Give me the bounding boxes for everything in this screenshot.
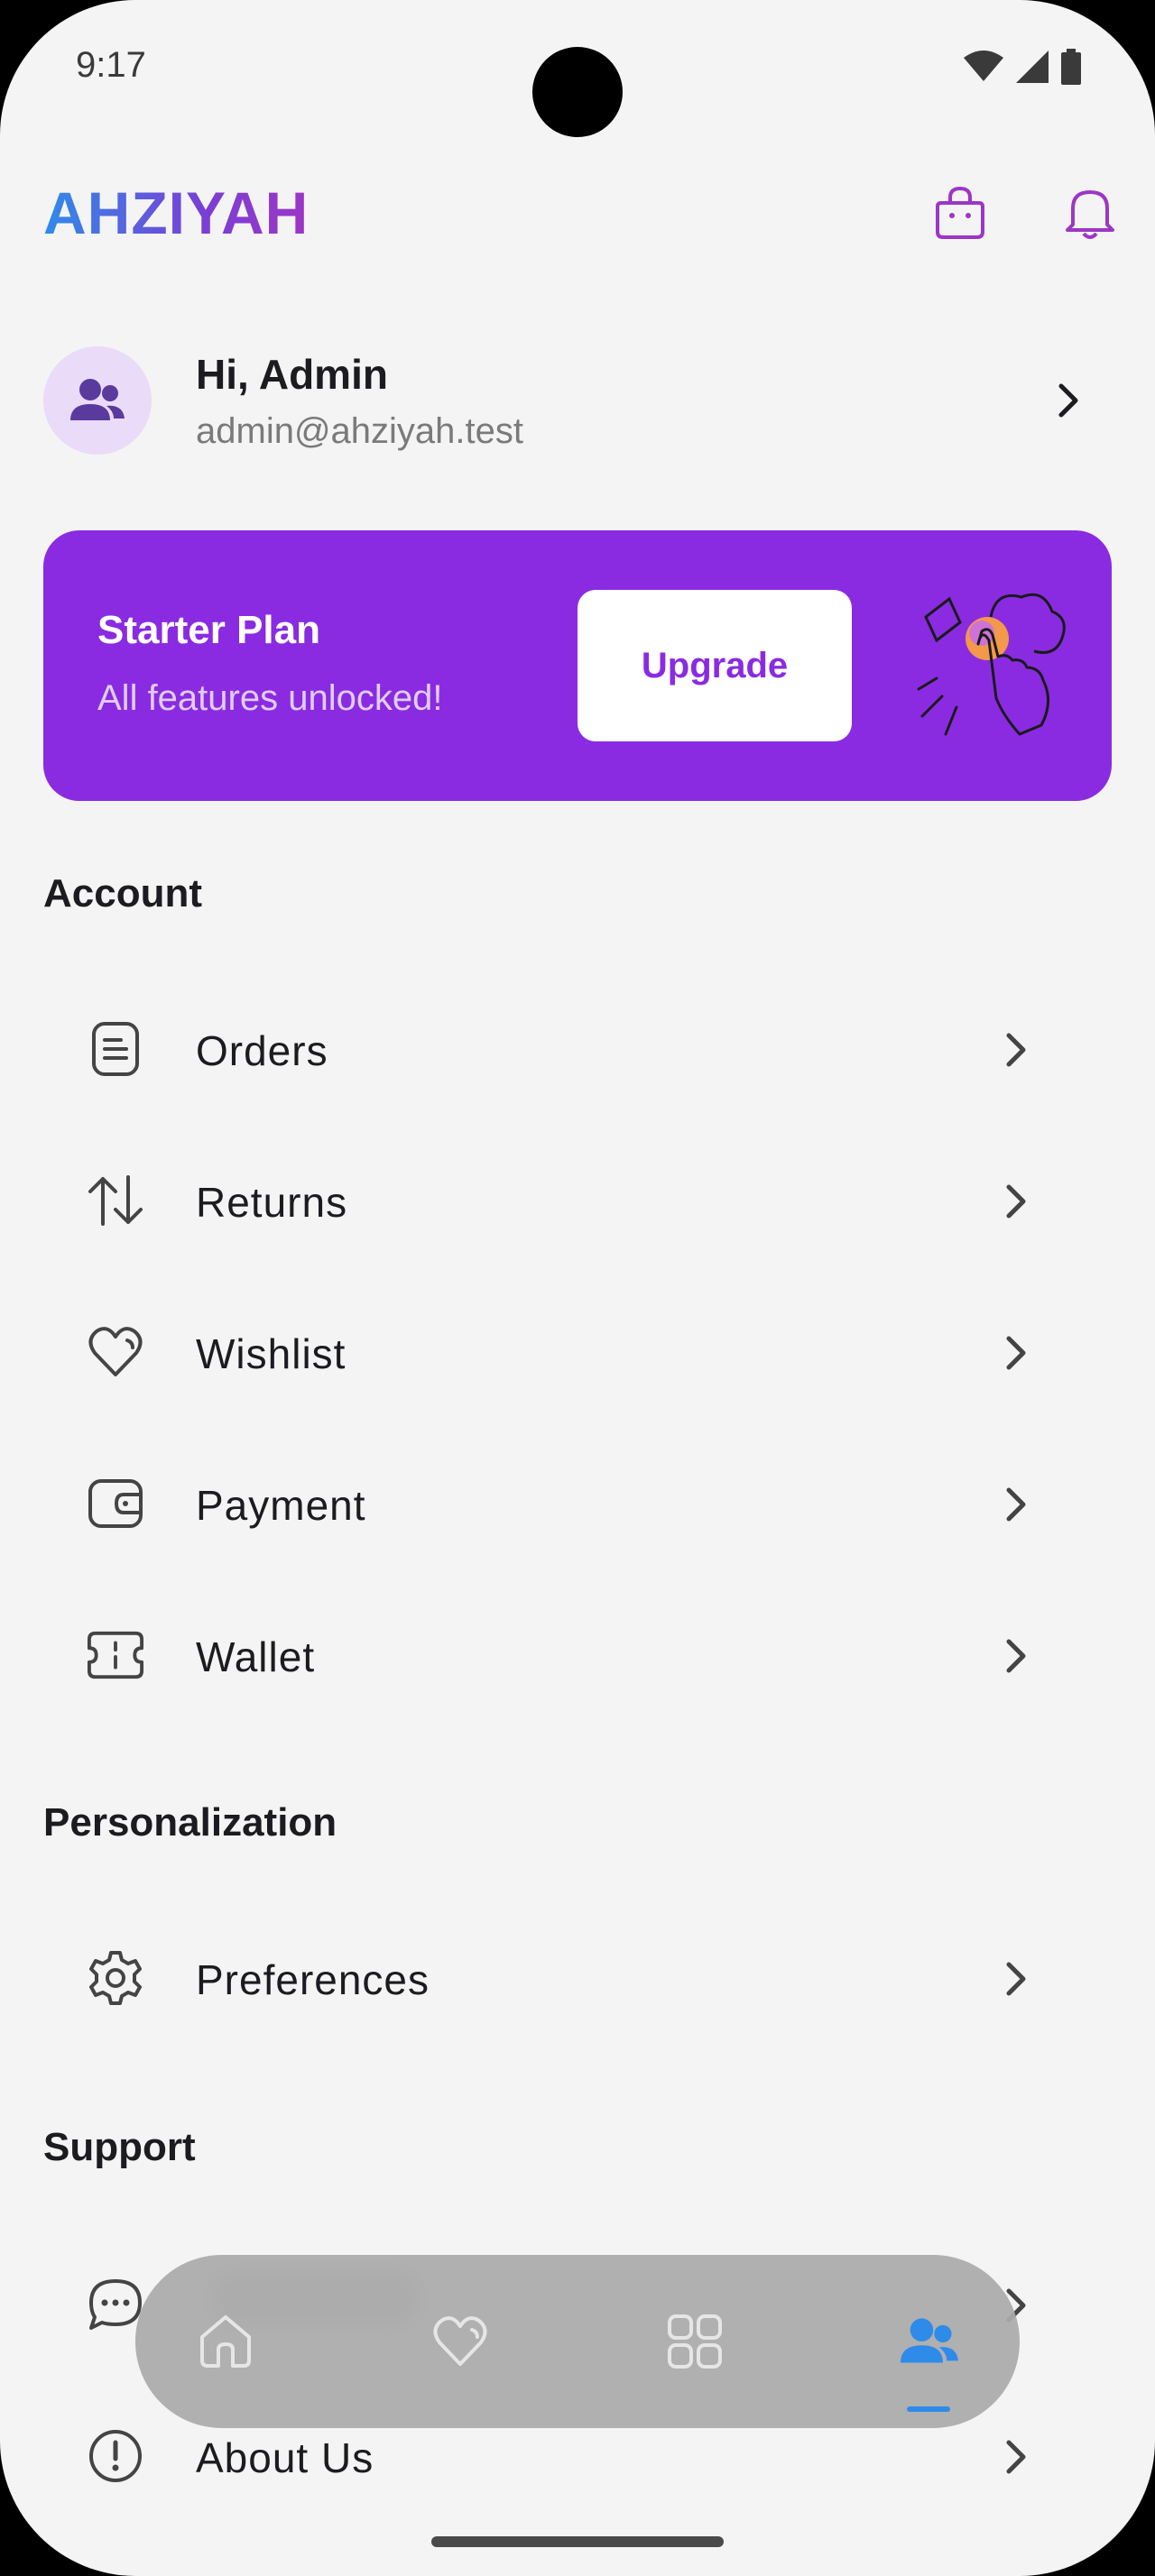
info-circle-icon (87, 2427, 144, 2485)
wallet-card-icon (87, 1475, 144, 1532)
section-title-personalization: Personalization (43, 1800, 337, 1845)
menu-item-wallet[interactable]: Wallet (43, 1587, 1112, 1723)
menu-label: Wallet (196, 1633, 316, 1680)
chevron-right-icon (1006, 1639, 1026, 1673)
menu-label: Wishlist (196, 1330, 346, 1377)
heart-icon (87, 1323, 144, 1381)
menu-label: Orders (196, 1027, 328, 1074)
nav-active-indicator (907, 2406, 950, 2412)
gear-icon (87, 1949, 144, 2007)
chevron-right-icon (1006, 1033, 1026, 1067)
ticket-icon (87, 1626, 144, 1684)
menu-item-preferences[interactable]: Preferences (43, 1910, 1112, 2046)
status-icons (964, 49, 1081, 85)
nav-categories[interactable] (650, 2296, 740, 2387)
chevron-right-icon (1006, 1184, 1026, 1219)
chevron-right-icon (1006, 1336, 1026, 1370)
menu-item-returns[interactable]: Returns (43, 1133, 1112, 1268)
menu-label: About Us (196, 2434, 374, 2481)
receipt-icon (87, 1020, 144, 1078)
menu-label: Payment (196, 1482, 366, 1529)
users-icon (70, 379, 125, 420)
brand-logo: AHZIYAH (43, 179, 310, 246)
shopping-bag-icon (936, 186, 984, 239)
profile-email: admin@ahziyah.test (196, 411, 524, 451)
menu-label: Returns (196, 1179, 348, 1226)
profile-greeting: Hi, Admin (196, 351, 388, 398)
camera-cutout (532, 47, 623, 137)
section-title-account: Account (43, 871, 202, 915)
grid-icon (668, 2314, 722, 2369)
chevron-right-icon (1006, 1487, 1026, 1522)
nav-home[interactable] (180, 2296, 271, 2387)
heart-icon (433, 2316, 487, 2366)
nav-profile[interactable] (884, 2296, 975, 2387)
bottom-nav (135, 2255, 1020, 2428)
chevron-right-icon (1058, 383, 1078, 418)
chat-bubble-icon (87, 2276, 144, 2333)
users-icon (901, 2318, 958, 2363)
menu-item-payment[interactable]: Payment (43, 1436, 1112, 1571)
plan-subtitle: All features unlocked! (97, 678, 443, 718)
upgrade-button[interactable]: Upgrade (578, 590, 852, 741)
tap-hand-illustration (917, 593, 1066, 736)
signal-icon (1016, 51, 1049, 83)
profile-row[interactable]: Hi, Admin admin@ahziyah.test (43, 343, 1112, 458)
plan-title: Starter Plan (97, 608, 320, 652)
menu-label: Preferences (196, 1956, 430, 2003)
menu-item-wishlist[interactable]: Wishlist (43, 1284, 1112, 1420)
app-screen: 9:17 AHZIYAH Hi, Admin admin@ahziyah.tes… (0, 0, 1155, 2576)
menu-item-orders[interactable]: Orders (43, 981, 1112, 1117)
home-indicator[interactable] (431, 2536, 724, 2547)
plan-card: Starter Plan All features unlocked! Upgr… (43, 530, 1112, 801)
wifi-icon (964, 51, 1003, 81)
home-icon (200, 2315, 251, 2368)
bell-icon (1066, 190, 1114, 239)
cart-button[interactable] (928, 180, 993, 245)
nav-wishlist[interactable] (415, 2296, 505, 2387)
status-time: 9:17 (76, 45, 146, 85)
notifications-button[interactable] (1058, 180, 1123, 245)
status-bar: 9:17 (0, 0, 1155, 137)
battery-icon (1061, 49, 1081, 85)
chevron-right-icon (1006, 1962, 1026, 1996)
section-title-support: Support (43, 2125, 196, 2169)
chevron-right-icon (1006, 2440, 1026, 2474)
swap-arrows-icon (87, 1172, 144, 1229)
avatar (43, 346, 152, 455)
